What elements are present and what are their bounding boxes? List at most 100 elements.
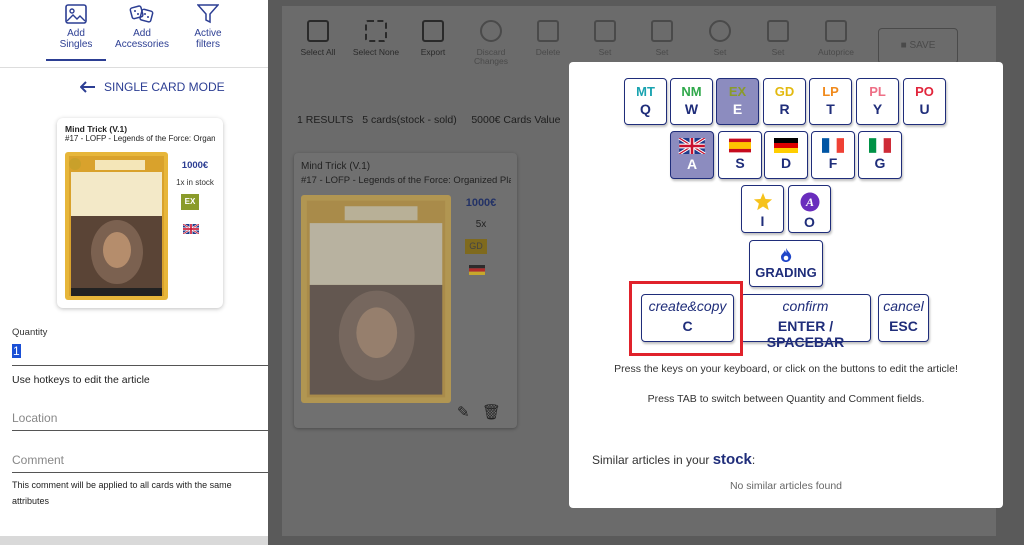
set-compass-button[interactable]: Set: [692, 20, 748, 57]
toolbar-label: Select None: [352, 47, 400, 57]
hotkey: O: [804, 214, 815, 230]
hotkey: ENTER / SPACEBAR: [766, 318, 845, 350]
comment-icon: [767, 20, 789, 42]
condition-key-gd[interactable]: GD R: [763, 78, 806, 125]
article-condition: GD: [465, 239, 487, 254]
language-key-english[interactable]: A: [670, 131, 714, 179]
tab-instruction-text: Press TAB to switch between Quantity and…: [647, 393, 925, 405]
select-none-icon: [365, 20, 387, 42]
condition-badge: EX: [181, 194, 199, 210]
toolbar-label: Set: [713, 47, 727, 57]
uk-flag-icon: [678, 138, 706, 154]
set-hierarchy-button[interactable]: Set: [634, 20, 690, 57]
results-value: 5000€ Cards Value: [471, 114, 561, 126]
toolbar-label: Set: [598, 47, 612, 57]
tab-label-line1: Active: [194, 28, 222, 39]
svg-text:A: A: [804, 195, 813, 209]
special-key-foil[interactable]: I: [741, 185, 784, 233]
hotkey: U: [919, 101, 930, 117]
action-name: confirm: [782, 298, 829, 314]
results-cards: 5 cards(stock - sold): [362, 114, 457, 126]
highlight-box: [629, 281, 743, 356]
condition-key-lp[interactable]: LP T: [809, 78, 852, 125]
tab-add-accessories[interactable]: Add Accessories: [112, 4, 172, 67]
spain-flag-icon: [729, 138, 751, 153]
article-qty: 5x: [475, 219, 487, 230]
undo-icon: [480, 20, 502, 42]
tab-label-line1: Add: [133, 28, 151, 39]
select-none-button[interactable]: Select None: [348, 20, 404, 57]
condition-key-pl[interactable]: PL Y: [856, 78, 899, 125]
arrow-left-icon: [80, 81, 95, 93]
france-flag-icon: [822, 138, 844, 153]
tab-add-singles[interactable]: Add Singles: [46, 4, 106, 61]
article-price: 1000€: [465, 197, 497, 209]
similar-bold: stock: [712, 451, 752, 468]
card-price: 1000€: [181, 160, 209, 171]
cancel-button[interactable]: cancel ESC: [878, 294, 929, 342]
special-key-altered[interactable]: A O: [788, 185, 831, 233]
language-key-italian[interactable]: G: [858, 131, 902, 179]
image-icon: [65, 4, 87, 24]
toolbar-label: Set: [655, 47, 669, 57]
toolbar-label: Autoprice: [818, 47, 854, 57]
single-card-mode[interactable]: SINGLE CARD MODE: [80, 80, 225, 94]
left-panel: Add Singles Add Accessories Active filte…: [0, 0, 268, 545]
save-label: SAVE: [909, 40, 936, 51]
grading-label: GRADING: [755, 265, 817, 280]
card-image: [65, 152, 168, 300]
condition-key-mt[interactable]: MT Q: [624, 78, 667, 125]
grading-button[interactable]: GRADING: [749, 240, 823, 287]
comment-input[interactable]: Comment: [12, 451, 268, 473]
edit-icon[interactable]: ✎: [457, 403, 470, 421]
condition-key-po[interactable]: PO U: [903, 78, 946, 125]
location-input[interactable]: Location: [12, 409, 268, 431]
tab-label-line2: filters: [196, 39, 220, 50]
tab-active-filters[interactable]: Active filters: [178, 4, 238, 67]
autoprice-icon: [825, 20, 847, 42]
export-button[interactable]: Export: [405, 20, 461, 57]
autoprice-button[interactable]: Autoprice: [808, 20, 864, 57]
quantity-input[interactable]: 1: [12, 344, 268, 366]
toolbar-label: Set: [771, 47, 785, 57]
export-icon: [422, 20, 444, 42]
filter-icon: [197, 4, 219, 24]
condition-code: PO: [915, 84, 934, 99]
language-key-french[interactable]: F: [811, 131, 855, 179]
mode-label: SINGLE CARD MODE: [104, 80, 225, 94]
hierarchy-icon: [651, 20, 673, 42]
hotkey: D: [780, 155, 792, 171]
hotkey: F: [828, 155, 838, 171]
select-all-button[interactable]: Select All: [290, 20, 346, 57]
germany-flag-icon: [469, 265, 485, 275]
save-button[interactable]: ■ SAVE: [878, 28, 958, 64]
set-comment-button[interactable]: Set: [750, 20, 806, 57]
set-tag-button[interactable]: Set: [577, 20, 633, 57]
uk-flag-icon: [183, 224, 199, 234]
condition-key-nm[interactable]: NM W: [670, 78, 713, 125]
language-key-spanish[interactable]: S: [718, 131, 762, 179]
germany-flag-icon: [774, 138, 798, 153]
toolbar-label: Export: [420, 47, 446, 57]
hotkey: E: [732, 101, 743, 117]
article-subtitle: #17 - LOFP - Legends of the Force: Organ…: [301, 175, 511, 186]
condition-code: EX: [728, 84, 747, 99]
star-icon: [753, 192, 772, 211]
discard-changes-button[interactable]: Discard Changes: [463, 20, 519, 66]
article-card[interactable]: Mind Trick (V.1) #17 - LOFP - Legends of…: [294, 153, 517, 428]
condition-key-ex[interactable]: EX E: [716, 78, 759, 125]
condition-code: PL: [869, 84, 886, 99]
card-title: Mind Trick (V.1): [65, 124, 128, 134]
article-image: [301, 195, 451, 403]
hotkey: I: [760, 213, 765, 229]
condition-code: LP: [822, 84, 839, 99]
trash-icon[interactable]: 🗑: [482, 403, 501, 421]
confirm-button[interactable]: confirm ENTER / SPACEBAR: [740, 294, 871, 350]
tab-label-line2: Singles: [59, 39, 93, 50]
language-key-german[interactable]: D: [764, 131, 808, 179]
card-stock: 1x in stock: [176, 178, 214, 187]
delete-button[interactable]: Delete: [520, 20, 576, 57]
card-subtitle: #17 - LOFP - Legends of the Force: Organ…: [65, 134, 215, 143]
toolbar-label: Delete: [535, 47, 561, 57]
dice-icon: [129, 5, 154, 23]
